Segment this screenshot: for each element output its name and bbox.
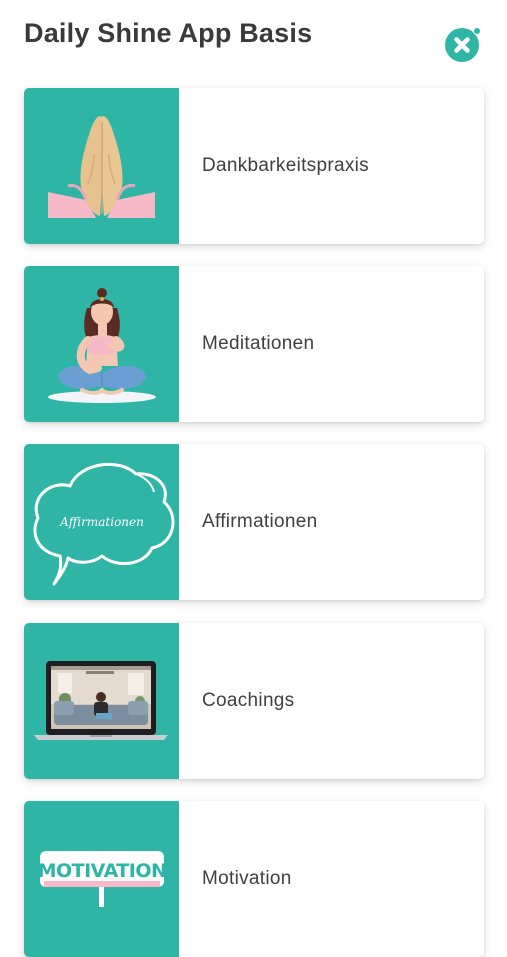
card-thumbnail — [24, 623, 179, 779]
item-label: Dankbarkeitspraxis — [202, 155, 369, 176]
list-item-motivation[interactable]: MOTIVATION Motivation — [24, 801, 484, 957]
card-thumbnail — [24, 88, 179, 244]
praying-hands-icon — [48, 116, 155, 218]
card-thumbnail: MOTIVATION — [24, 801, 179, 957]
list-item-affirmationen[interactable]: Affirmationen Affirmationen — [24, 444, 484, 600]
affirmation-script-text: Affirmationen — [59, 515, 144, 529]
list-item-coachings[interactable]: Coachings — [24, 623, 484, 779]
laptop-video-icon — [34, 661, 168, 740]
motivation-sign-icon: MOTIVATION — [38, 851, 167, 907]
list-item-meditationen[interactable]: Meditationen — [24, 266, 484, 422]
item-label: Motivation — [202, 868, 292, 889]
item-label: Affirmationen — [202, 511, 318, 532]
meditating-woman-icon — [48, 288, 156, 403]
speech-cloud-icon: Affirmationen — [33, 462, 175, 586]
list-item-dankbarkeitspraxis[interactable]: Dankbarkeitspraxis — [24, 88, 484, 244]
content-list: Dankbarkeitspraxis Meditationen Affirmat… — [0, 0, 507, 957]
card-thumbnail: Affirmationen — [24, 444, 179, 600]
card-thumbnail — [24, 266, 179, 422]
item-label: Coachings — [202, 690, 295, 711]
item-label: Meditationen — [202, 333, 315, 354]
motivation-sign-text: MOTIVATION — [38, 860, 167, 882]
